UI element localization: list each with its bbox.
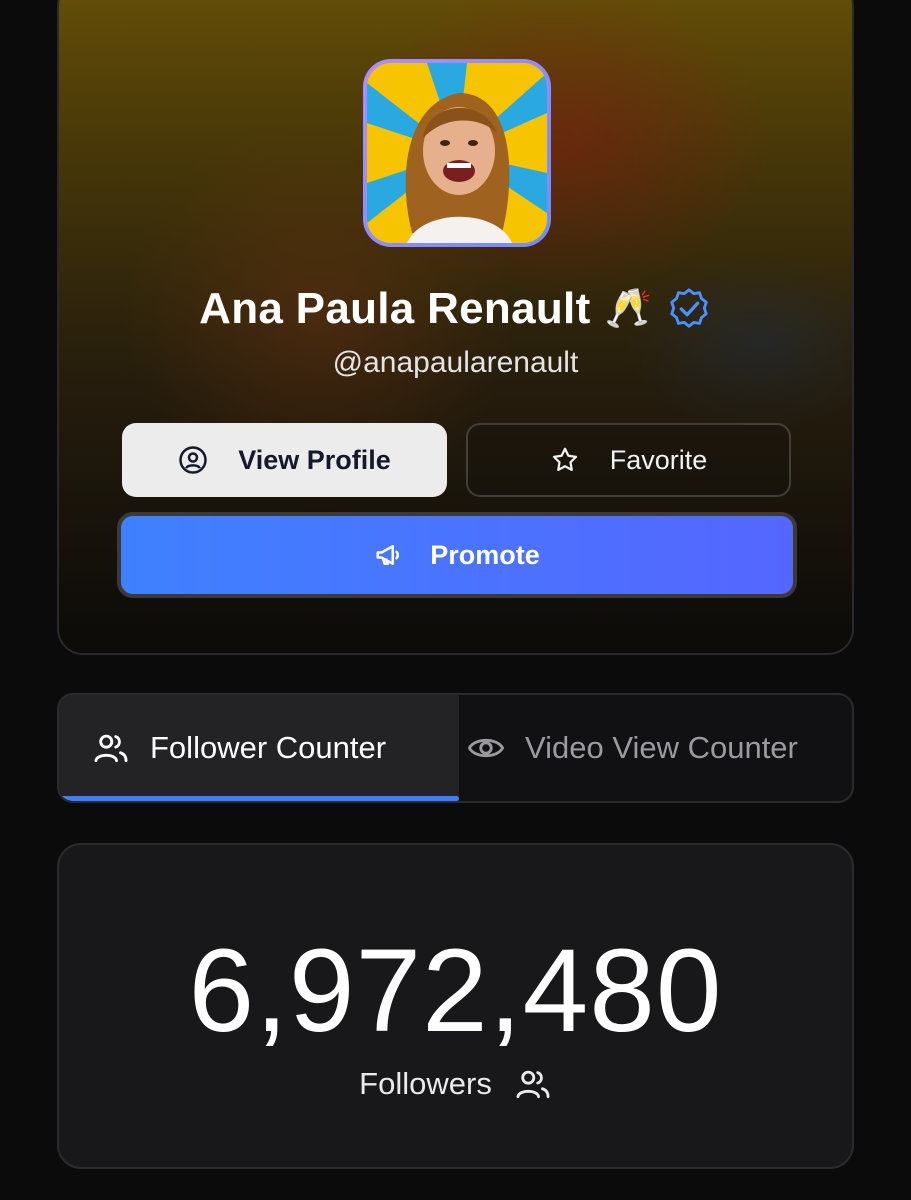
avatar[interactable] — [363, 59, 551, 247]
tab-video-view-counter[interactable]: Video View Counter — [459, 695, 852, 801]
users-icon — [94, 734, 128, 763]
follower-count-label-row: Followers — [59, 1065, 852, 1103]
promote-button[interactable]: Promote — [117, 512, 797, 598]
profile-name: Ana Paula Renault — [199, 284, 591, 333]
megaphone-icon — [376, 545, 400, 565]
tab-video-view-counter-label: Video View Counter — [525, 730, 798, 765]
promote-label: Promote — [430, 539, 540, 570]
counter-tabs: Follower Counter Video View Counter — [57, 693, 854, 803]
star-icon — [552, 447, 577, 471]
champagne-emoji: 🥂 — [604, 288, 652, 330]
profile-handle: @anapaularenault — [332, 346, 579, 379]
favorite-label: Favorite — [609, 444, 708, 475]
follower-count: 6,972,480 — [188, 925, 723, 1057]
favorite-button[interactable]: Favorite — [466, 423, 791, 497]
follower-counter-panel: 6,972,480 Followers — [57, 843, 854, 1169]
tab-follower-counter[interactable]: Follower Counter — [59, 695, 459, 801]
eye-icon — [467, 738, 505, 758]
user-circle-icon — [179, 446, 207, 474]
avatar-photo — [367, 63, 547, 243]
users-icon — [516, 1070, 550, 1099]
profile-card: Ana Paula Renault 🥂 @anapaularenault Vie… — [57, 0, 854, 655]
avatar-image — [367, 63, 547, 243]
view-profile-label: View Profile — [238, 444, 391, 475]
profile-name-row: Ana Paula Renault 🥂 — [59, 284, 852, 334]
tab-follower-counter-label: Follower Counter — [150, 730, 387, 765]
verified-badge-icon — [670, 288, 708, 328]
view-profile-button[interactable]: View Profile — [122, 423, 447, 497]
followers-label: Followers — [359, 1066, 492, 1101]
